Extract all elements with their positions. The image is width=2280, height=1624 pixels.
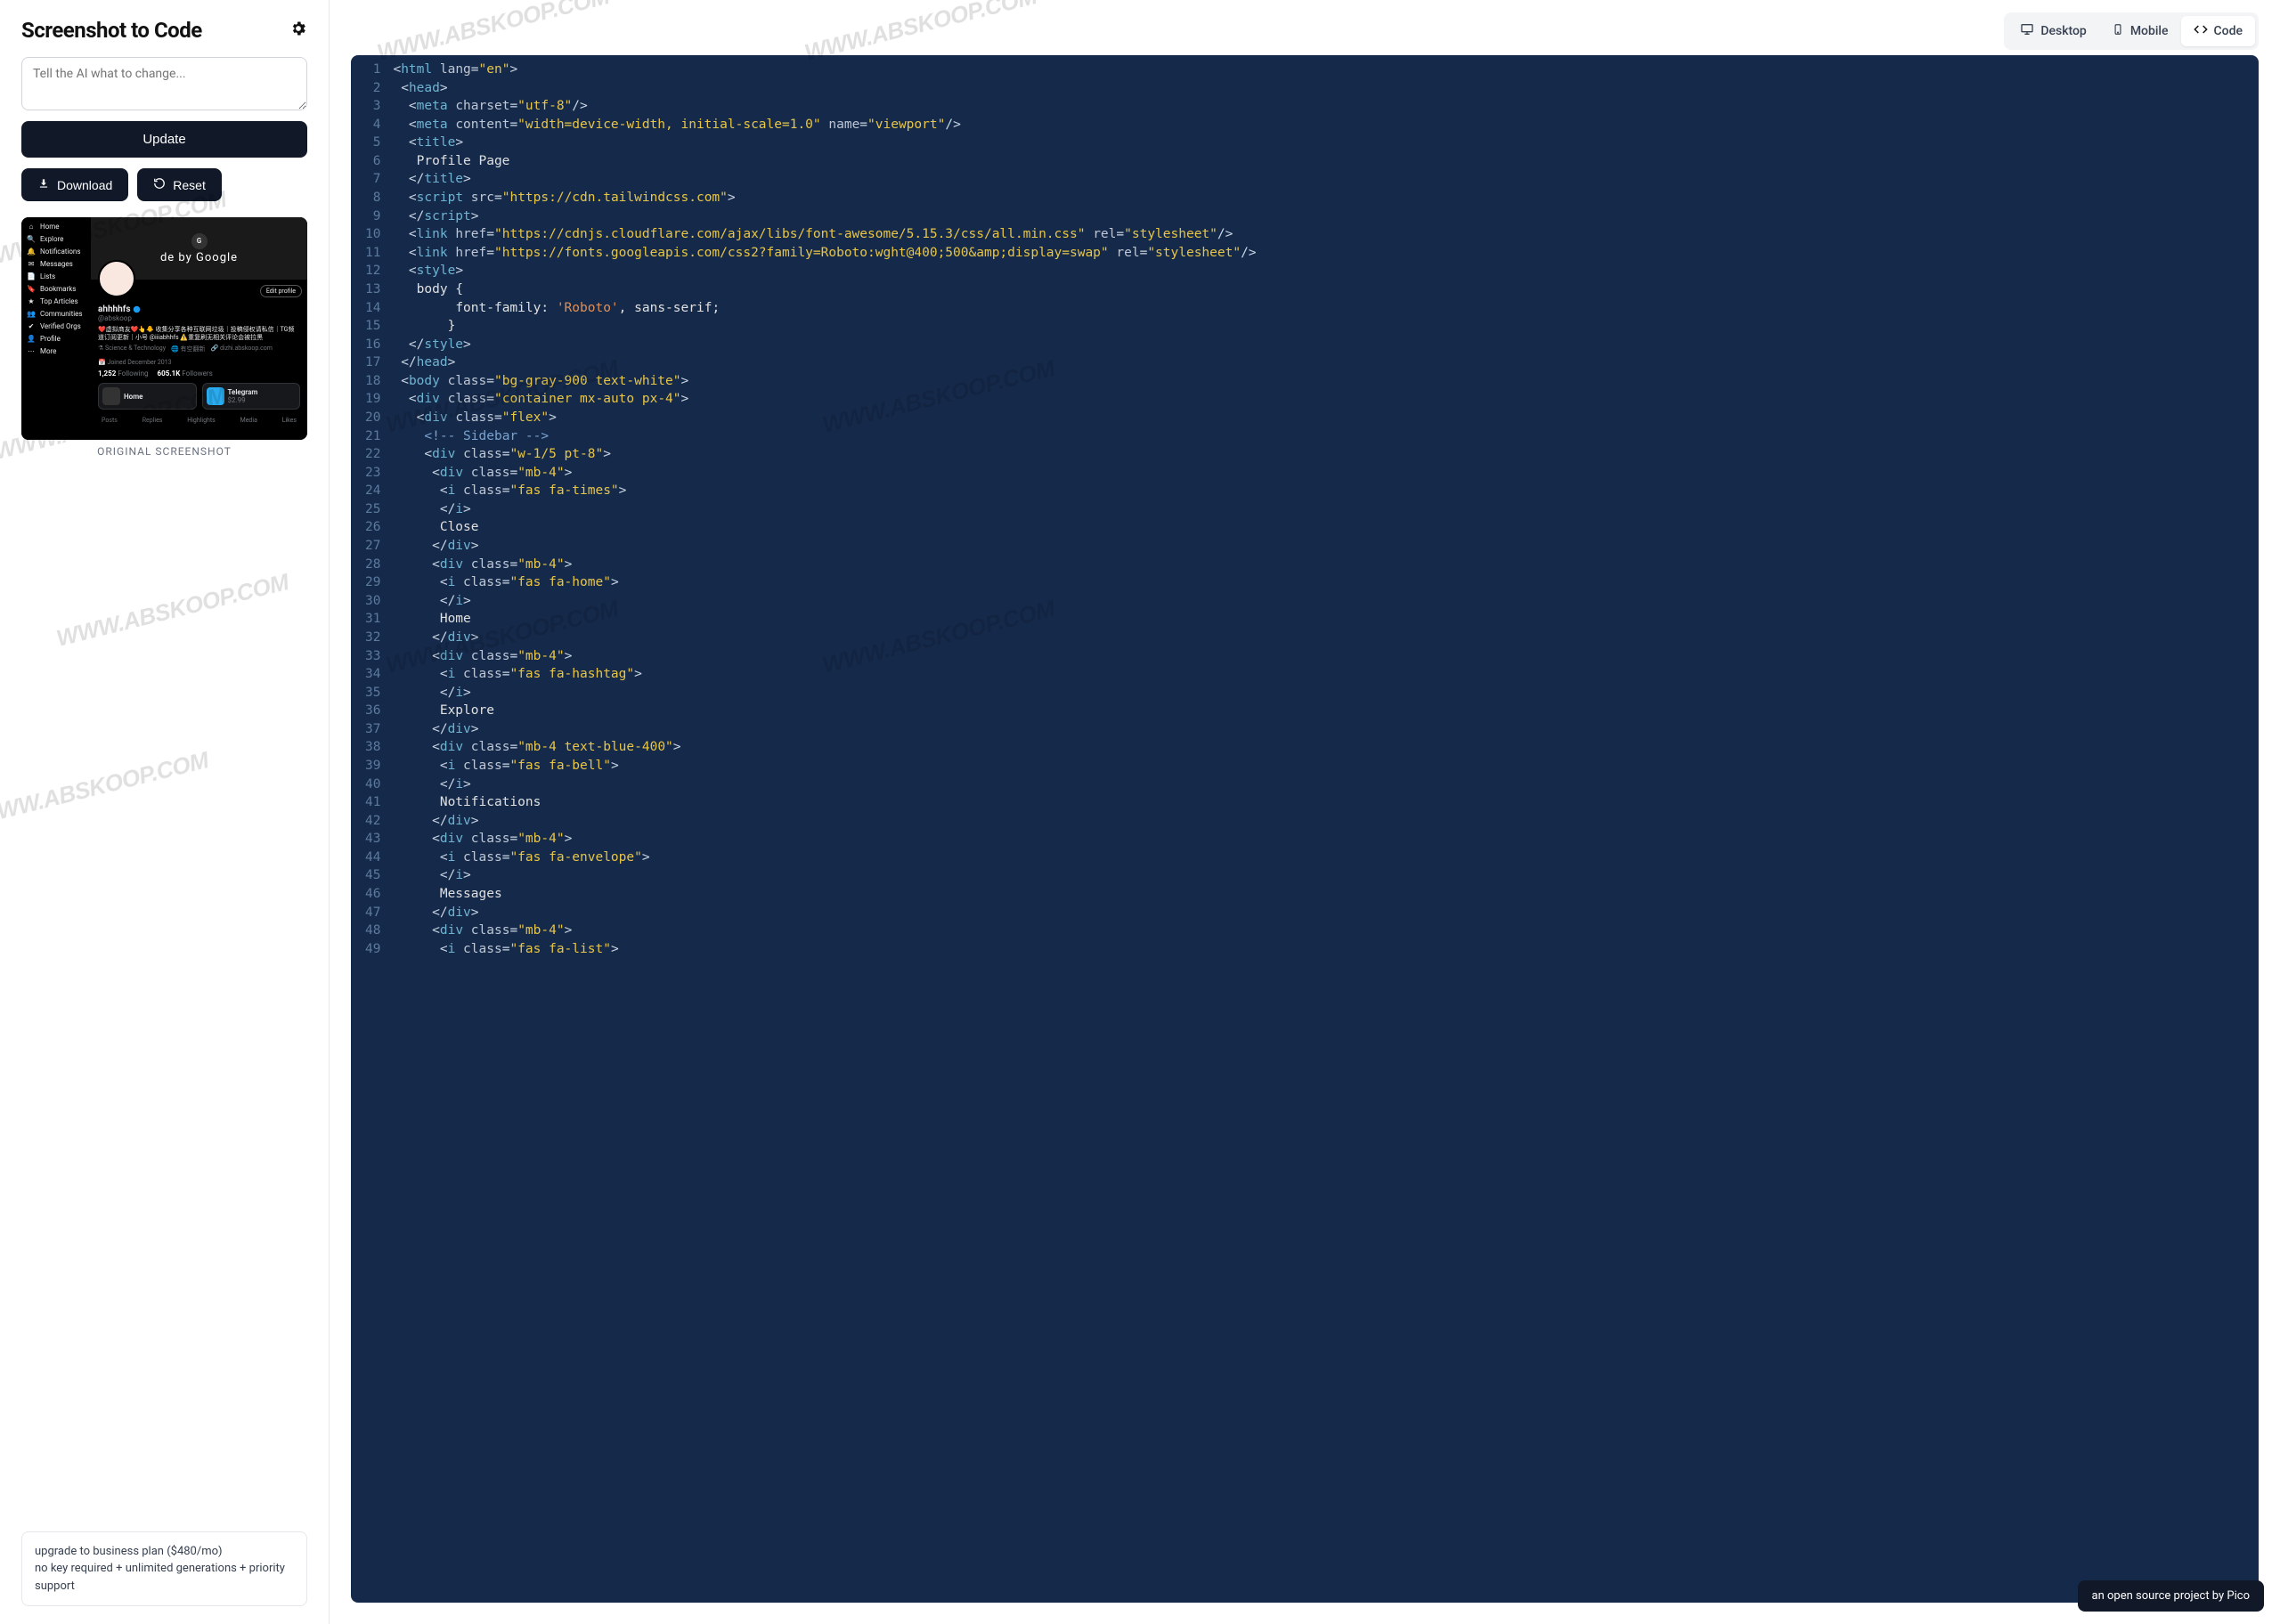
preview-section: ⌂Home🔍Explore🔔Notifications✉Messages📄Lis… xyxy=(21,217,307,458)
gear-icon[interactable] xyxy=(289,20,307,41)
tab-mobile[interactable]: Mobile xyxy=(2099,16,2181,46)
code-icon xyxy=(2194,22,2208,40)
preview-twitter-mock: ⌂Home🔍Explore🔔Notifications✉Messages📄Lis… xyxy=(21,217,307,440)
app-title: Screenshot to Code xyxy=(21,18,202,43)
preview-caption: ORIGINAL SCREENSHOT xyxy=(21,445,307,458)
download-icon xyxy=(37,177,50,192)
download-button[interactable]: Download xyxy=(21,168,128,201)
upgrade-banner[interactable]: upgrade to business plan ($480/mo) no ke… xyxy=(21,1531,307,1607)
action-row: Download Reset xyxy=(21,168,307,201)
upgrade-line-1: upgrade to business plan ($480/mo) xyxy=(35,1543,294,1561)
code-lines: <html lang="en"> <head> <meta charset="u… xyxy=(393,55,1274,963)
mobile-icon xyxy=(2112,22,2124,40)
tab-desktop-label: Desktop xyxy=(2040,24,2086,38)
main-panel: Desktop Mobile Code 12345678910111213141… xyxy=(330,0,2280,1624)
download-label: Download xyxy=(57,178,112,192)
sidebar-header: Screenshot to Code xyxy=(21,18,307,43)
tab-desktop[interactable]: Desktop xyxy=(2007,16,2098,46)
prompt-input[interactable] xyxy=(21,57,307,110)
sidebar: Screenshot to Code Update Download Reset… xyxy=(0,0,330,1624)
tab-mobile-label: Mobile xyxy=(2130,24,2169,38)
reset-button[interactable]: Reset xyxy=(137,168,222,201)
monitor-icon xyxy=(2020,22,2034,40)
footer-attribution[interactable]: an open source project by Pico xyxy=(2078,1580,2264,1612)
tab-code[interactable]: Code xyxy=(2181,16,2255,46)
view-switch: Desktop Mobile Code xyxy=(2004,12,2259,50)
tab-code-label: Code xyxy=(2214,24,2243,38)
preview-image[interactable]: ⌂Home🔍Explore🔔Notifications✉Messages📄Lis… xyxy=(21,217,307,440)
reset-icon xyxy=(153,177,166,192)
update-button[interactable]: Update xyxy=(21,121,307,158)
upgrade-line-2: no key required + unlimited generations … xyxy=(35,1560,294,1595)
code-editor[interactable]: 1234567891011121314151617181920212223242… xyxy=(351,55,2259,1603)
reset-label: Reset xyxy=(173,178,206,192)
code-gutter: 1234567891011121314151617181920212223242… xyxy=(351,55,393,963)
